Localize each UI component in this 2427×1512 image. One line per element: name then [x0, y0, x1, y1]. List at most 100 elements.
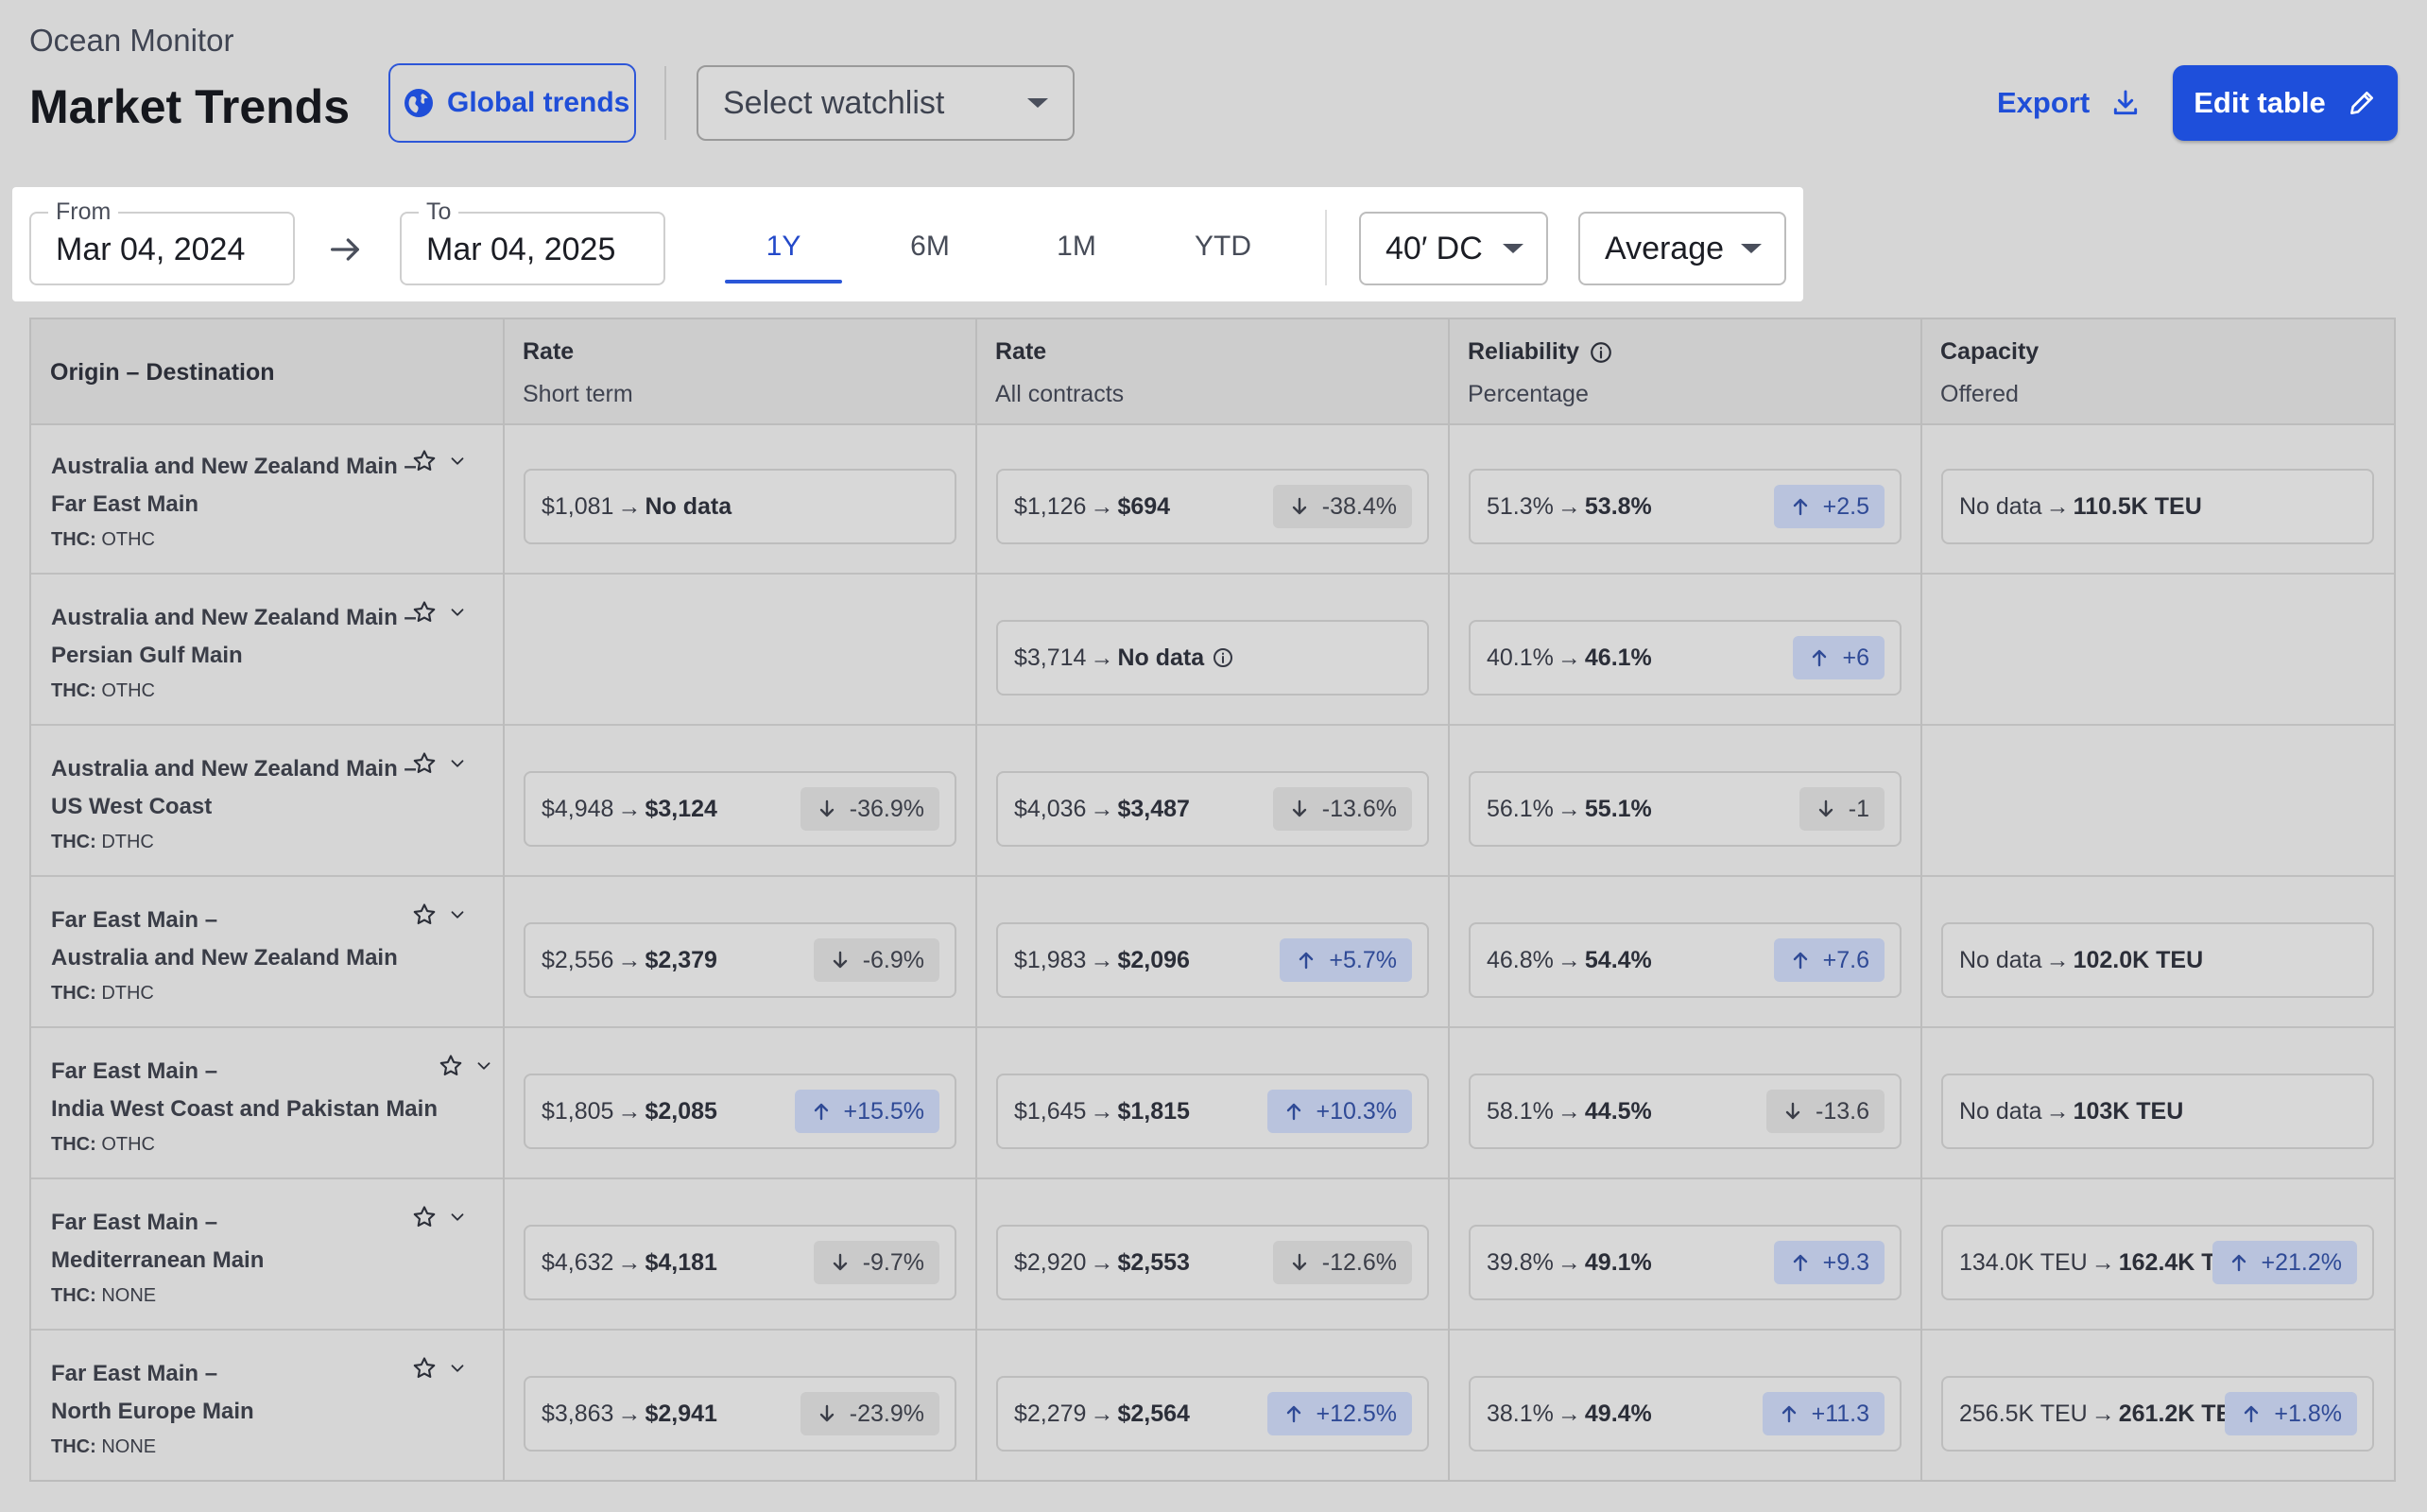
capacity-cell[interactable]: No data → 102.0K TEU [1941, 922, 2374, 998]
tab-6m[interactable]: 6M [871, 223, 989, 280]
thc-info: THC: OTHC [51, 529, 476, 551]
info-icon[interactable] [1212, 646, 1234, 669]
arrow-right-icon: → [1557, 492, 1581, 520]
change-value: +9.3 [1822, 1248, 1869, 1276]
tab-1m[interactable]: 1M [1018, 223, 1135, 280]
star-icon[interactable] [411, 902, 438, 928]
info-icon[interactable] [1589, 340, 1613, 365]
global-trends-button[interactable]: Global trends [388, 63, 636, 143]
export-button[interactable]: Export [1997, 76, 2141, 130]
all-contracts-cell[interactable]: $1,126 → $694 -38.4% [996, 469, 1429, 544]
to-value: $2,553 [1117, 1248, 1190, 1276]
arrow-down-icon [829, 949, 852, 971]
arrow-right-icon: → [2045, 946, 2070, 973]
to-value: $1,815 [1117, 1097, 1190, 1125]
chevron-down-icon[interactable] [447, 904, 468, 925]
chevron-down-icon[interactable] [447, 753, 468, 774]
change-value: -12.6% [1321, 1248, 1397, 1276]
reliability-cell[interactable]: 38.1% → 49.4% +11.3 [1469, 1376, 1902, 1452]
from-value: $4,948 [542, 795, 614, 822]
table-row: Far East Main – India West Coast and Paki… [31, 1028, 2394, 1179]
star-icon[interactable] [411, 1355, 438, 1382]
chevron-down-icon[interactable] [447, 602, 468, 623]
star-icon[interactable] [411, 599, 438, 626]
reliability-cell[interactable]: 40.1% → 46.1% +6 [1469, 620, 1902, 696]
change-value: -9.7% [862, 1248, 924, 1276]
capacity-cell[interactable]: No data → 103K TEU [1941, 1074, 2374, 1149]
table-header: Origin – Destination Rate Short term Rat… [31, 319, 2394, 425]
change-value: -13.6% [1321, 795, 1397, 822]
row-actions [411, 1204, 468, 1230]
change-value: +21.2% [2261, 1248, 2343, 1276]
thc-info: THC: OTHC [51, 1134, 476, 1156]
reliability-cell[interactable]: 46.8% → 54.4% +7.6 [1469, 922, 1902, 998]
tab-1y[interactable]: 1Y [725, 223, 842, 284]
arrow-down-icon [1782, 1100, 1804, 1123]
arrow-right-icon: → [1090, 1400, 1114, 1427]
reliability-cell[interactable]: 58.1% → 44.5% -13.6 [1469, 1074, 1902, 1149]
short-term-cell[interactable]: $1,805 → $2,085 +15.5% [524, 1074, 956, 1149]
arrow-right-icon [326, 231, 364, 268]
column-title: Reliability [1468, 338, 1580, 365]
from-value: $2,920 [1014, 1248, 1087, 1276]
change-value: +12.5% [1316, 1400, 1398, 1427]
short-term-cell[interactable]: $4,632 → $4,181 -9.7% [524, 1225, 956, 1300]
to-value: 103K TEU [2073, 1097, 2184, 1125]
all-contracts-cell[interactable]: $1,645 → $1,815 +10.3% [996, 1074, 1429, 1149]
arrow-right-icon: → [1557, 644, 1581, 671]
edit-table-button[interactable]: Edit table [2173, 65, 2398, 141]
arrow-right-icon: → [1557, 1097, 1581, 1125]
all-contracts-cell[interactable]: $1,983 → $2,096 +5.7% [996, 922, 1429, 998]
short-term-cell[interactable]: $1,081 → No data [524, 469, 956, 544]
table-row: Far East Main – Mediterranean Main THC: NO… [31, 1179, 2394, 1331]
change-value: +5.7% [1329, 946, 1397, 973]
all-contracts-cell[interactable]: $2,279 → $2,564 +12.5% [996, 1376, 1429, 1452]
chevron-down-icon[interactable] [473, 1056, 494, 1076]
short-term-cell[interactable]: $2,556 → $2,379 -6.9% [524, 922, 956, 998]
all-contracts-cell[interactable]: $4,036 → $3,487 -13.6% [996, 771, 1429, 847]
tab-ytd[interactable]: YTD [1164, 223, 1282, 280]
to-date-field[interactable]: To Mar 04, 2025 [400, 198, 665, 285]
arrow-down-icon [816, 798, 838, 820]
aggregation-select[interactable]: Average [1578, 212, 1786, 285]
from-date-field[interactable]: From Mar 04, 2024 [29, 198, 295, 285]
container-type-select[interactable]: 40′ DC [1359, 212, 1548, 285]
arrow-right-icon: → [617, 1097, 642, 1125]
app-name: Ocean Monitor [29, 23, 234, 58]
from-value: 46.8% [1487, 946, 1554, 973]
all-contracts-cell[interactable]: $2,920 → $2,553 -12.6% [996, 1225, 1429, 1300]
change-badge: -9.7% [813, 1241, 939, 1284]
arrow-right-icon: → [2045, 1097, 2070, 1125]
reliability-cell[interactable]: 51.3% → 53.8% +2.5 [1469, 469, 1902, 544]
all-contracts-cell[interactable]: $3,714 → No data [996, 620, 1429, 696]
change-badge: +7.6 [1773, 938, 1885, 982]
capacity-cell[interactable]: No data → 110.5K TEU [1941, 469, 2374, 544]
short-term-cell[interactable]: $3,863 → $2,941 -23.9% [524, 1376, 956, 1452]
thc-label: THC: [51, 1436, 96, 1457]
arrow-right-icon: → [1090, 795, 1114, 822]
to-value: $2,379 [645, 946, 717, 973]
star-icon[interactable] [411, 448, 438, 474]
chevron-down-icon[interactable] [447, 1207, 468, 1228]
reliability-cell[interactable]: 39.8% → 49.1% +9.3 [1469, 1225, 1902, 1300]
star-icon[interactable] [438, 1053, 464, 1079]
chevron-down-icon[interactable] [447, 1358, 468, 1379]
capacity-cell[interactable]: 256.5K TEU → 261.2K TEU +1.8% [1941, 1376, 2374, 1452]
chevron-down-icon[interactable] [447, 451, 468, 472]
star-icon[interactable] [411, 1204, 438, 1230]
short-term-cell[interactable]: $4,948 → $3,124 -36.9% [524, 771, 956, 847]
thc-value: OTHC [101, 1134, 155, 1155]
route-destination: Australia and New Zealand Main [51, 945, 398, 971]
capacity-cell[interactable]: 134.0K TEU → 162.4K TEU +21.2% [1941, 1225, 2374, 1300]
from-value: 39.8% [1487, 1248, 1554, 1276]
star-icon[interactable] [411, 750, 438, 777]
watchlist-select[interactable]: Select watchlist [697, 65, 1075, 141]
row-actions [411, 599, 468, 626]
change-value: -13.6 [1816, 1097, 1869, 1125]
from-value: $1,983 [1014, 946, 1087, 973]
thc-label: THC: [51, 1134, 96, 1155]
thc-info: THC: OTHC [51, 680, 476, 702]
arrow-up-icon [1295, 949, 1317, 971]
from-value: $1,126 [1014, 492, 1087, 520]
reliability-cell[interactable]: 56.1% → 55.1% -1 [1469, 771, 1902, 847]
